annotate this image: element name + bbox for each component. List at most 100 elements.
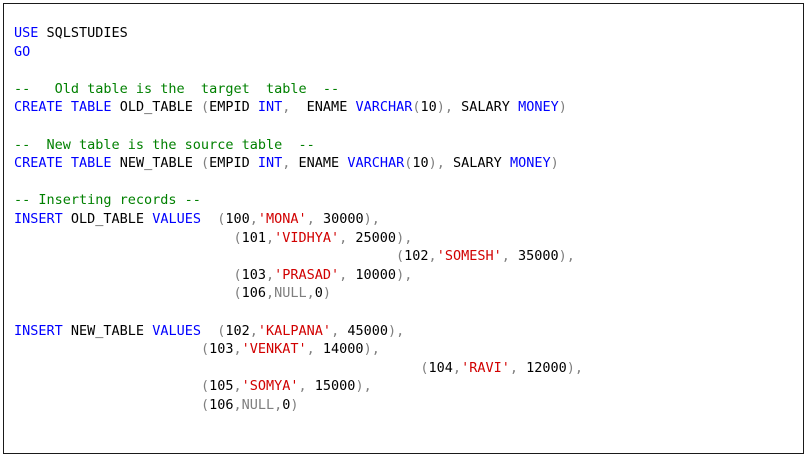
sql-text: 104 xyxy=(428,359,453,376)
sql-punctuation: , xyxy=(306,210,315,227)
sql-string-literal: 'PRASAD' xyxy=(274,266,340,283)
sql-code-editor[interactable]: USE SQLSTUDIES GO -- Old table is the targ… xyxy=(14,24,583,414)
sql-keyword: VALUES xyxy=(152,210,201,227)
sql-punctuation: NULL xyxy=(241,396,275,413)
sql-text: 102 xyxy=(225,322,250,339)
sql-punctuation: ( xyxy=(412,99,421,116)
sql-keyword: CREATE xyxy=(14,99,63,116)
sql-punctuation: , xyxy=(233,378,242,395)
code-line: (101,'VIDHYA', 25000), xyxy=(14,229,583,248)
code-line: (102,'SOMESH', 35000), xyxy=(14,247,583,266)
sql-string-literal: 'MONA' xyxy=(257,210,307,227)
sql-punctuation: ), xyxy=(363,210,380,227)
sql-punctuation: , xyxy=(265,285,275,302)
sql-punctuation: , xyxy=(265,266,275,283)
sql-comment: -- Inserting records -- xyxy=(14,192,201,209)
sql-text: 10000 xyxy=(347,266,397,283)
sql-punctuation: , xyxy=(298,378,307,395)
sql-text: 35000 xyxy=(509,248,559,265)
sql-string-literal: 'KALPANA' xyxy=(257,322,332,339)
sql-keyword: TABLE xyxy=(70,99,112,116)
sql-string-literal: 'SOMYA' xyxy=(241,378,299,395)
sql-text: OLD_TABLE xyxy=(62,210,153,227)
code-screenshot-frame: USE SQLSTUDIES GO -- Old table is the targ… xyxy=(3,3,804,454)
sql-text: 30000 xyxy=(314,210,364,227)
sql-punctuation: NULL xyxy=(274,285,307,302)
sql-punctuation: ( xyxy=(200,341,210,358)
sql-text: 12000 xyxy=(517,359,567,376)
code-line: INSERT OLD_TABLE VALUES (100,'MONA', 300… xyxy=(14,210,583,229)
sql-text: 0 xyxy=(314,285,323,302)
code-line: (103,'VENKAT', 14000), xyxy=(14,340,583,359)
sql-punctuation: , xyxy=(306,341,315,358)
code-line: (106,NULL,0) xyxy=(14,396,583,415)
sql-keyword: MONEY xyxy=(518,99,559,116)
sql-punctuation: ( xyxy=(200,378,210,395)
sql-punctuation: , xyxy=(306,285,315,302)
sql-punctuation: ), xyxy=(566,359,584,376)
sql-text: 10 xyxy=(412,155,429,172)
sql-text: 103 xyxy=(241,266,266,283)
sql-text: OLD_TABLE xyxy=(111,99,201,116)
code-line: -- Old table is the target table -- xyxy=(14,80,583,99)
sql-text: 101 xyxy=(241,229,266,246)
sql-punctuation: , xyxy=(428,248,437,265)
sql-text: 25000 xyxy=(347,229,397,246)
sql-punctuation: , xyxy=(249,210,258,227)
sql-keyword: INT xyxy=(257,155,283,172)
sql-text: 15000 xyxy=(306,378,356,395)
sql-punctuation: ), xyxy=(363,341,380,358)
sql-punctuation: ), xyxy=(428,155,445,172)
sql-punctuation: ( xyxy=(233,266,242,283)
sql-keyword: CREATE xyxy=(14,155,63,172)
sql-punctuation: ( xyxy=(200,155,210,172)
sql-punctuation: , xyxy=(331,322,340,339)
sql-punctuation: ), xyxy=(355,378,372,395)
sql-punctuation: ) xyxy=(550,155,559,172)
code-line: USE SQLSTUDIES xyxy=(14,24,583,43)
sql-text: 45000 xyxy=(339,322,388,339)
sql-punctuation: ( xyxy=(420,359,429,376)
sql-string-literal: 'VIDHYA' xyxy=(274,229,340,246)
sql-text: 100 xyxy=(225,210,250,227)
sql-string-literal: 'RAVI' xyxy=(461,359,510,376)
sql-punctuation: ), xyxy=(436,99,454,116)
code-line: GO xyxy=(14,43,583,62)
sql-keyword: VALUES xyxy=(152,322,201,339)
sql-comment: -- Old table is the target table -- xyxy=(14,80,340,97)
sql-punctuation: , xyxy=(265,229,275,246)
code-line: -- New table is the source table -- xyxy=(14,136,583,155)
code-line: INSERT NEW_TABLE VALUES (102,'KALPANA', … xyxy=(14,322,583,341)
sql-string-literal: 'SOMESH' xyxy=(436,248,502,265)
sql-punctuation: ( xyxy=(233,285,242,302)
sql-punctuation: ( xyxy=(200,396,210,413)
sql-punctuation: ( xyxy=(233,229,242,246)
sql-keyword: INSERT xyxy=(14,210,63,227)
code-line: -- Inserting records -- xyxy=(14,191,583,210)
sql-string-literal: 'VENKAT' xyxy=(241,341,307,358)
sql-punctuation: , xyxy=(249,322,258,339)
code-line: (104,'RAVI', 12000), xyxy=(14,359,583,378)
sql-text: SQLSTUDIES xyxy=(38,25,128,41)
sql-punctuation: ), xyxy=(558,248,575,265)
sql-text: ENAME xyxy=(290,99,356,116)
sql-text: NEW_TABLE xyxy=(62,322,153,339)
sql-punctuation: ( xyxy=(200,99,210,116)
code-line: CREATE TABLE NEW_TABLE (EMPID INT, ENAME… xyxy=(14,154,583,173)
sql-text: ENAME xyxy=(290,155,348,172)
sql-punctuation: ), xyxy=(387,322,405,339)
sql-text: SALARY xyxy=(444,155,510,172)
sql-text: 105 xyxy=(209,378,234,395)
